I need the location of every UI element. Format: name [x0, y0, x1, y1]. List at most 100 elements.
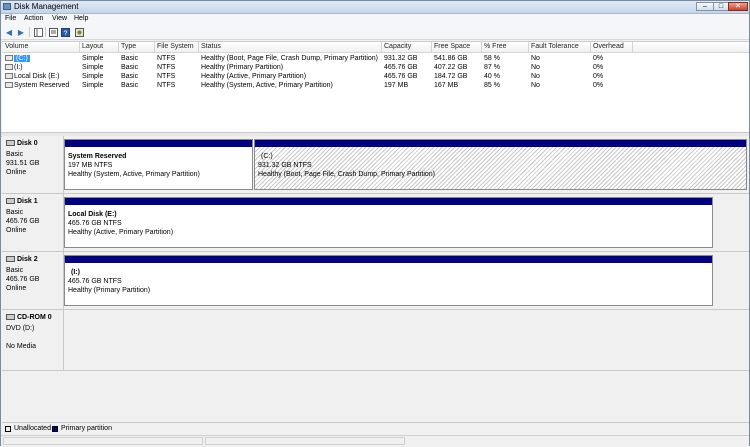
- type-cell: Basic: [121, 64, 139, 71]
- column-divider[interactable]: [381, 42, 382, 52]
- menu-file[interactable]: File: [5, 15, 16, 22]
- partition-status: Healthy (System, Active, Primary Partiti…: [68, 171, 200, 178]
- volume-name: System Reserved: [14, 82, 70, 89]
- disk-management-app-icon: [3, 3, 11, 10]
- partition-title: System Reserved: [68, 153, 127, 160]
- disk-label[interactable]: CD-ROM 0 DVD (D:) No Media: [2, 310, 64, 370]
- volume-name: Local Disk (E:): [14, 73, 60, 80]
- column-divider[interactable]: [198, 42, 199, 52]
- free-space-cell: 167 MB: [434, 82, 459, 89]
- disk-status: No Media: [6, 343, 36, 350]
- partition-system-reserved[interactable]: System Reserved 197 MB NTFS Healthy (Sys…: [64, 139, 253, 190]
- column-divider[interactable]: [118, 42, 119, 52]
- volume-cell: System Reserved: [5, 82, 69, 89]
- volume-cell: (C:): [5, 55, 30, 62]
- disk-status: Online: [6, 169, 27, 176]
- disk-row: Disk 0 Basic 931.51 GB Online System Res…: [2, 136, 749, 194]
- partition-e[interactable]: Local Disk (E:) 465.76 GB NTFS Healthy (…: [64, 197, 713, 248]
- menu-view[interactable]: View: [52, 15, 67, 22]
- free-space-cell: 541.86 GB: [434, 55, 468, 62]
- partition-c-selected[interactable]: (C:) 931.32 GB NTFS Healthy (Boot, Page …: [254, 139, 747, 190]
- layout-cell: Simple: [82, 55, 104, 62]
- legend-unallocated: Unallocated: [14, 425, 51, 432]
- fault-tolerance-cell: No: [531, 73, 540, 80]
- overhead-cell: 0%: [593, 73, 604, 80]
- disk-row: Disk 2 Basic 465.76 GB Online (I:) 465.7…: [2, 252, 749, 310]
- primary-partition-swatch: [52, 426, 58, 432]
- hard-disk-icon: [6, 256, 15, 263]
- close-button[interactable]: ✕: [728, 2, 748, 11]
- properties-icon[interactable]: [48, 27, 58, 37]
- help-icon[interactable]: ?: [60, 27, 70, 37]
- back-icon[interactable]: ◀: [4, 27, 14, 37]
- layout-cell: Simple: [82, 64, 104, 71]
- column-divider[interactable]: [431, 42, 432, 52]
- layout-cell: Simple: [82, 82, 104, 89]
- disk-name: CD-ROM 0: [6, 314, 52, 321]
- disk-row: Disk 1 Basic 465.76 GB Online Local Disk…: [2, 194, 749, 252]
- col-file-system[interactable]: File System: [157, 43, 194, 50]
- partition-status: Healthy (Boot, Page File, Crash Dump, Pr…: [258, 171, 436, 178]
- type-cell: Basic: [121, 73, 139, 80]
- forward-icon[interactable]: ▶: [16, 27, 26, 37]
- maximize-button[interactable]: □: [713, 2, 729, 11]
- capacity-cell: 465.76 GB: [384, 73, 418, 80]
- column-divider[interactable]: [632, 42, 633, 52]
- col-type[interactable]: Type: [121, 43, 136, 50]
- volume-row[interactable]: (I:) Simple Basic NTFS Healthy (Primary …: [2, 64, 749, 73]
- column-divider[interactable]: [79, 42, 80, 52]
- partition-i[interactable]: (I:) 465.76 GB NTFS Healthy (Primary Par…: [64, 255, 713, 306]
- disk-name: Disk 2: [6, 256, 38, 263]
- disk-type: Basic: [6, 267, 24, 274]
- primary-partition-bar: [65, 140, 252, 147]
- volume-row[interactable]: (C:) Simple Basic NTFS Healthy (Boot, Pa…: [2, 55, 749, 64]
- partition-size: 931.32 GB NTFS: [258, 162, 312, 169]
- col-capacity[interactable]: Capacity: [384, 43, 411, 50]
- overhead-cell: 0%: [593, 55, 604, 62]
- refresh-icon[interactable]: [74, 27, 84, 37]
- col-free-space[interactable]: Free Space: [434, 43, 470, 50]
- col-overhead[interactable]: Overhead: [593, 43, 624, 50]
- menu-help[interactable]: Help: [74, 15, 88, 22]
- primary-partition-bar: [65, 256, 712, 263]
- volume-list-header: Volume Layout Type File System Status Ca…: [2, 42, 749, 53]
- toolbar-separator: [29, 27, 30, 37]
- free-space-cell: 184.72 GB: [434, 73, 468, 80]
- status-pane: [3, 437, 203, 445]
- disk-size: 931.51 GB: [6, 160, 40, 167]
- minimize-button[interactable]: –: [696, 2, 714, 11]
- disk-type: DVD (D:): [6, 325, 35, 332]
- hard-disk-icon: [6, 198, 15, 205]
- status-cell: Healthy (Primary Partition): [201, 64, 284, 71]
- volume-list: Volume Layout Type File System Status Ca…: [2, 41, 749, 132]
- volume-row[interactable]: System Reserved Simple Basic NTFS Health…: [2, 82, 749, 91]
- column-divider[interactable]: [481, 42, 482, 52]
- column-divider[interactable]: [528, 42, 529, 52]
- free-space-cell: 407.22 GB: [434, 64, 468, 71]
- column-divider[interactable]: [590, 42, 591, 52]
- col-fault-tolerance[interactable]: Fault Tolerance: [531, 43, 579, 50]
- volume-row[interactable]: Local Disk (E:) Simple Basic NTFS Health…: [2, 73, 749, 82]
- column-divider[interactable]: [154, 42, 155, 52]
- col-status[interactable]: Status: [201, 43, 221, 50]
- disk-size: 465.76 GB: [6, 276, 40, 283]
- col-layout[interactable]: Layout: [82, 43, 103, 50]
- menu-action[interactable]: Action: [24, 15, 43, 22]
- col-percent-free[interactable]: % Free: [484, 43, 507, 50]
- volume-cell: (I:): [5, 64, 23, 71]
- window-title: Disk Management: [14, 2, 79, 11]
- disk-status: Online: [6, 285, 27, 292]
- overhead-cell: 0%: [593, 64, 604, 71]
- disk-size: 465.76 GB: [6, 218, 40, 225]
- legend: Unallocated Primary partition: [2, 422, 749, 435]
- disk-type: Basic: [6, 209, 24, 216]
- disk-label[interactable]: Disk 1 Basic 465.76 GB Online: [2, 194, 64, 251]
- console-tree-icon[interactable]: [33, 27, 43, 37]
- disk-label[interactable]: Disk 2 Basic 465.76 GB Online: [2, 252, 64, 309]
- capacity-cell: 465.76 GB: [384, 64, 418, 71]
- title-bar: Disk Management – □ ✕: [1, 1, 749, 14]
- disk-label[interactable]: Disk 0 Basic 931.51 GB Online: [2, 136, 64, 193]
- col-volume[interactable]: Volume: [5, 43, 28, 50]
- percent-free-cell: 40 %: [484, 73, 500, 80]
- disk-name: Disk 0: [6, 140, 38, 147]
